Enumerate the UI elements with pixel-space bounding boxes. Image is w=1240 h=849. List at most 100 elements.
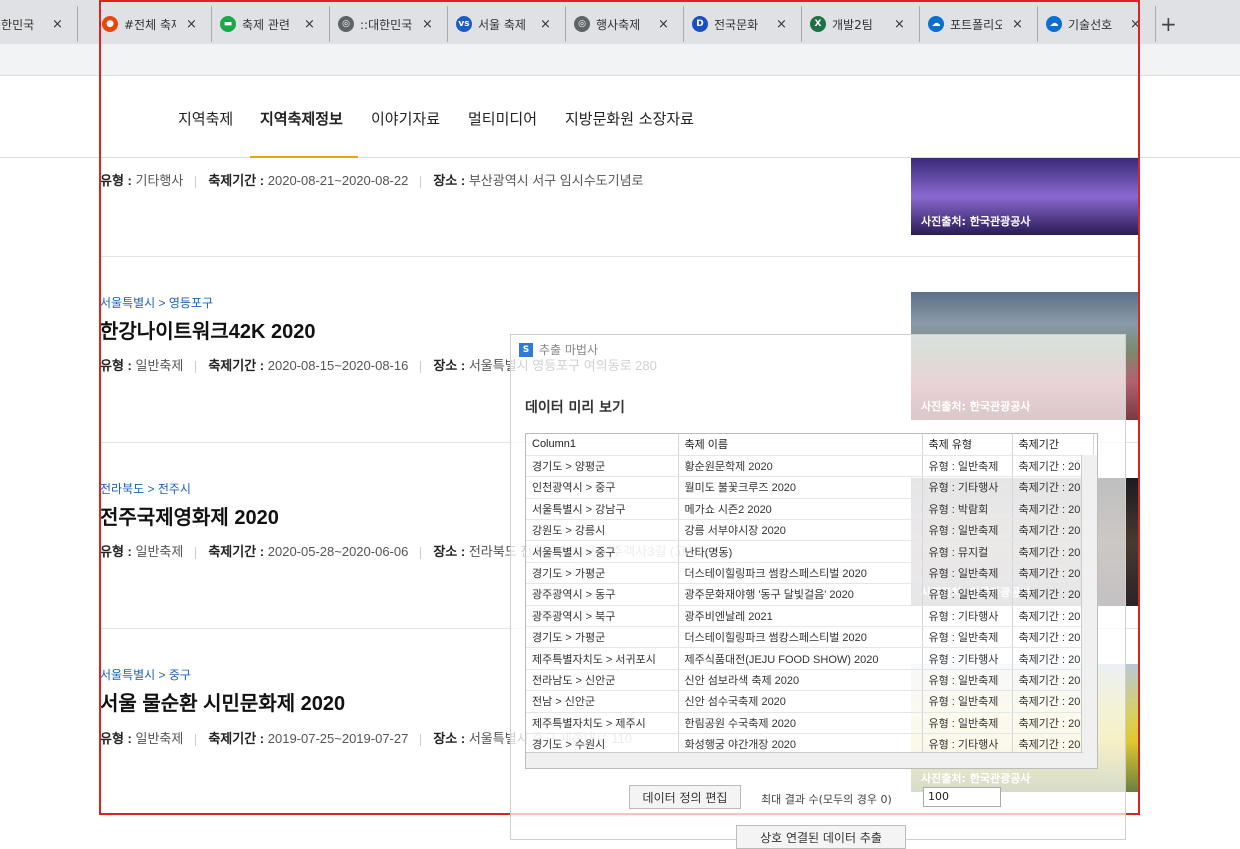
close-tab-icon[interactable]: ×	[186, 17, 197, 32]
table-row[interactable]: 경기도 > 양평군 황순원문학제 2020 유형 : 일반축제 축제기간 : 202	[526, 455, 1094, 478]
close-tab-icon[interactable]: ×	[894, 17, 905, 32]
vertical-scrollbar[interactable]	[1081, 455, 1097, 768]
table-cell[interactable]: 제주특별자치도 > 서귀포시	[526, 647, 679, 670]
festival-item: 전라북도 > 전주시 전주국제영화제 2020	[100, 480, 279, 530]
close-tab-icon[interactable]: ×	[658, 17, 669, 32]
table-cell[interactable]: 난타(명동)	[678, 540, 923, 563]
browser-tab[interactable]: ☁ 포트폴리오 ×	[920, 6, 1038, 42]
browser-tab[interactable]: vs 서울 축제 ×	[448, 6, 566, 42]
table-row[interactable]: 제주특별자치도 > 제주시 한림공원 수국축제 2020 유형 : 일반축제 축제기간…	[526, 712, 1094, 734]
table-cell[interactable]: 경기도 > 가평군	[526, 626, 679, 649]
flame-icon: ●	[102, 16, 118, 32]
edit-definition-button[interactable]: 데이터 정의 편집	[629, 785, 741, 809]
browser-tab[interactable]: ◎ 행사축제 ×	[566, 6, 684, 42]
new-tab-button[interactable]: +	[1160, 12, 1177, 36]
table-cell[interactable]: 제주특별자치도 > 제주시	[526, 712, 679, 734]
table-cell[interactable]: 유형 : 뮤지컬	[922, 540, 1013, 563]
festival-region[interactable]: 서울특별시 > 중구	[100, 666, 345, 683]
table-cell[interactable]: 황순원문학제 2020	[678, 455, 923, 478]
festival-title[interactable]: 한강나이트워크42K 2020	[100, 315, 316, 344]
browser-tab[interactable]: X 개발2팀 ×	[802, 6, 920, 42]
table-cell[interactable]: 유형 : 일반축제	[922, 626, 1013, 649]
table-cell[interactable]: 유형 : 일반축제	[922, 583, 1013, 606]
browser-tab[interactable]: ◎대한민국×	[0, 6, 78, 42]
table-cell[interactable]: 유형 : 일반축제	[922, 669, 1013, 692]
table-cell[interactable]: 경기도 > 양평군	[526, 455, 679, 478]
tab-title: 포트폴리오	[950, 17, 1002, 32]
table-cell[interactable]: 유형 : 기타행사	[922, 605, 1013, 628]
nav-festival-info[interactable]: 지역축제정보	[260, 108, 343, 129]
max-results-input[interactable]: 100	[923, 787, 1001, 807]
close-tab-icon[interactable]: ×	[422, 17, 433, 32]
table-row[interactable]: 강원도 > 강릉시 강릉 서부야시장 2020 유형 : 일반축제 축제기간 : 20…	[526, 519, 1094, 542]
table-row[interactable]: 서울특별시 > 강남구 메가쇼 시즌2 2020 유형 : 박람회 축제기간 : 20…	[526, 498, 1094, 521]
table-cell[interactable]: 월미도 불꽃크루즈 2020	[678, 476, 923, 499]
table-cell[interactable]: 제주식품대전(JEJU FOOD SHOW) 2020	[678, 647, 923, 670]
browser-tab[interactable]: ☁ 기술선호 ×	[1038, 6, 1156, 42]
browser-tab[interactable]: ● #전체 축제 ×	[94, 6, 212, 42]
table-row[interactable]: 인천광역시 > 중구 월미도 불꽃크루즈 2020 유형 : 기타행사 축제기간 : …	[526, 476, 1094, 499]
table-cell[interactable]: 강릉 서부야시장 2020	[678, 519, 923, 542]
table-cell[interactable]: 유형 : 기타행사	[922, 647, 1013, 670]
column-header[interactable]: Column1	[526, 434, 679, 456]
table-cell[interactable]: 서울특별시 > 강남구	[526, 498, 679, 521]
close-tab-icon[interactable]: ×	[1130, 17, 1141, 32]
festival-region[interactable]: 서울특별시 > 영등포구	[100, 294, 316, 311]
table-cell[interactable]: 유형 : 기타행사	[922, 476, 1013, 499]
table-row[interactable]: 서울특별시 > 중구 난타(명동) 유형 : 뮤지컬 축제기간 : 202	[526, 540, 1094, 563]
table-row[interactable]: 전라남도 > 신안군 신안 섬보라색 축제 2020 유형 : 일반축제 축제기간 :…	[526, 669, 1094, 692]
table-cell[interactable]: 더스테이힐링파크 썸캉스페스티벌 2020	[678, 562, 923, 585]
column-header[interactable]: 축제 유형	[922, 434, 1013, 456]
nav-story[interactable]: 이야기자료	[371, 108, 440, 129]
table-row[interactable]: 경기도 > 가평군 더스테이힐링파크 썸캉스페스티벌 2020 유형 : 일반축제 축…	[526, 562, 1094, 585]
close-tab-icon[interactable]: ×	[304, 17, 315, 32]
table-cell[interactable]: 한림공원 수국축제 2020	[678, 712, 923, 734]
nav-archive[interactable]: 지방문화원 소장자료	[565, 108, 694, 129]
table-cell[interactable]: 경기도 > 가평군	[526, 562, 679, 585]
extract-button[interactable]: 상호 연결된 데이터 추출	[736, 825, 906, 849]
nav-multimedia[interactable]: 멀티미디어	[468, 108, 537, 129]
table-cell[interactable]: 유형 : 일반축제	[922, 562, 1013, 585]
table-cell[interactable]: 메가쇼 시즌2 2020	[678, 498, 923, 521]
table-row[interactable]: 광주광역시 > 북구 광주비엔날레 2021 유형 : 기타행사 축제기간 : 202	[526, 605, 1094, 628]
table-cell[interactable]: 광주문화재야행 '동구 달빛걸음' 2020	[678, 583, 923, 606]
nav-regional-festivals[interactable]: 지역축제	[178, 108, 233, 129]
table-cell[interactable]: 인천광역시 > 중구	[526, 476, 679, 499]
horizontal-scrollbar[interactable]	[526, 752, 1083, 768]
browser-tab[interactable]: ▬ 축제 관련 ×	[212, 6, 330, 42]
table-cell[interactable]: 유형 : 박람회	[922, 498, 1013, 521]
browser-tab[interactable]: ◎::대한민국 ×	[330, 6, 448, 42]
table-cell[interactable]: 더스테이힐링파크 썸캉스페스티벌 2020	[678, 626, 923, 649]
browser-tab-bar: ◎대한민국× ●#전체 축제×▬축제 관련×◎::대한민국×vs서울 축제×◎행사…	[0, 0, 1240, 44]
table-cell[interactable]: 광주광역시 > 북구	[526, 605, 679, 628]
festival-title[interactable]: 서울 물순환 시민문화제 2020	[100, 687, 345, 716]
tab-title: 기술선호	[1068, 17, 1113, 32]
table-cell[interactable]: 유형 : 일반축제	[922, 712, 1013, 734]
close-tab-icon[interactable]: ×	[540, 17, 551, 32]
close-tab-icon[interactable]: ×	[52, 17, 63, 32]
table-cell[interactable]: 유형 : 일반축제	[922, 690, 1013, 713]
column-header[interactable]: 축제기간	[1012, 434, 1094, 456]
festival-thumbnail[interactable]: 사진출처: 한국관광공사	[911, 158, 1139, 235]
close-tab-icon[interactable]: ×	[776, 17, 787, 32]
table-cell[interactable]: 신안 섬보라색 축제 2020	[678, 669, 923, 692]
table-cell[interactable]: 신안 섬수국축제 2020	[678, 690, 923, 713]
table-row[interactable]: 제주특별자치도 > 서귀포시 제주식품대전(JEJU FOOD SHOW) 202…	[526, 647, 1094, 670]
table-cell[interactable]: 광주광역시 > 동구	[526, 583, 679, 606]
festival-title[interactable]: 전주국제영화제 2020	[100, 501, 279, 530]
close-tab-icon[interactable]: ×	[1012, 17, 1023, 32]
table-cell[interactable]: 강원도 > 강릉시	[526, 519, 679, 542]
table-cell[interactable]: 전라남도 > 신안군	[526, 669, 679, 692]
table-cell[interactable]: 전남 > 신안군	[526, 690, 679, 713]
festival-region[interactable]: 전라북도 > 전주시	[100, 480, 279, 497]
table-row[interactable]: 경기도 > 가평군 더스테이힐링파크 썸캉스페스티벌 2020 유형 : 일반축제 축…	[526, 626, 1094, 649]
table-cell[interactable]: 광주비엔날레 2021	[678, 605, 923, 628]
table-cell[interactable]: 유형 : 일반축제	[922, 519, 1013, 542]
column-header[interactable]: 축제 이름	[678, 434, 923, 456]
table-row[interactable]: 전남 > 신안군 신안 섬수국축제 2020 유형 : 일반축제 축제기간 : 202	[526, 690, 1094, 713]
table-cell[interactable]: 서울특별시 > 중구	[526, 540, 679, 563]
table-row[interactable]: 광주광역시 > 동구 광주문화재야행 '동구 달빛걸음' 2020 유형 : 일반축…	[526, 583, 1094, 606]
data-preview-grid[interactable]: Column1 축제 이름 축제 유형 축제기간 경기도 > 양평군 황순원문학제…	[525, 433, 1098, 769]
table-cell[interactable]: 유형 : 일반축제	[922, 455, 1013, 478]
browser-tab[interactable]: D 전국문화 ×	[684, 6, 802, 42]
